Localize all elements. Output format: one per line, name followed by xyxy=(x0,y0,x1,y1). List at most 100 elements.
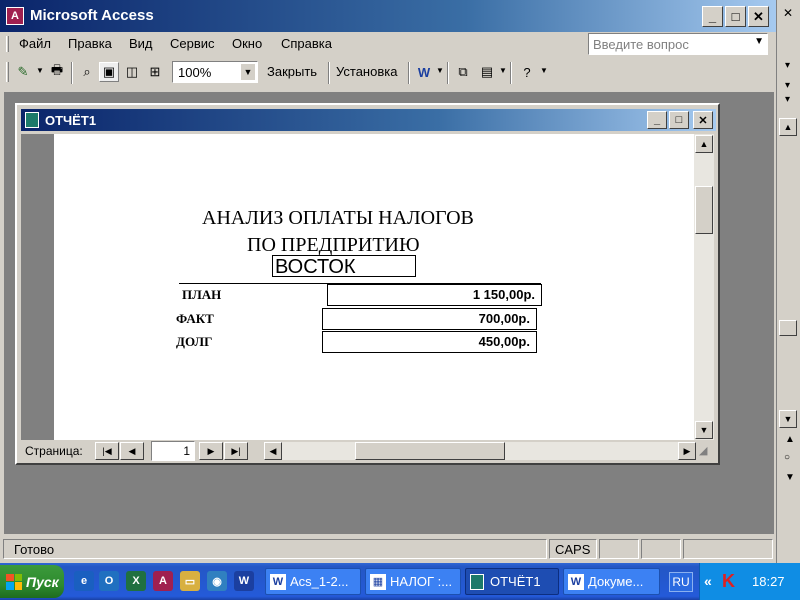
report-vertical-scrollbar[interactable]: ▲ ▼ xyxy=(694,134,714,440)
page-number-input[interactable]: 1 xyxy=(151,441,195,461)
side-scroll-thumb[interactable] xyxy=(779,320,797,336)
scroll-down-button[interactable]: ▼ xyxy=(695,421,713,439)
help-question-input[interactable]: Введите вопрос ▼ xyxy=(588,33,768,55)
scroll-down-button[interactable]: ▼ xyxy=(779,410,797,428)
resize-grip-icon[interactable]: ◢ xyxy=(699,444,707,457)
debt-value: 450,00р. xyxy=(322,331,537,353)
maximize-button[interactable]: □ xyxy=(725,6,746,27)
one-page-icon[interactable]: ▣ xyxy=(99,62,119,82)
chevron-down-icon[interactable]: ▼ xyxy=(785,472,795,483)
zoom-select[interactable]: 100% ▼ xyxy=(172,61,258,83)
app-title: Microsoft Access xyxy=(30,7,154,24)
report-close-button[interactable]: ✕ xyxy=(693,111,713,129)
zoom-value: 100% xyxy=(178,65,212,80)
help-question-placeholder: Введите вопрос xyxy=(593,37,689,52)
chevron-left-icon[interactable]: « xyxy=(704,573,712,589)
word-icon[interactable]: W xyxy=(234,571,254,591)
scroll-right-button[interactable]: ▶ xyxy=(678,442,696,460)
scroll-left-button[interactable]: ◀ xyxy=(264,442,282,460)
report-icon xyxy=(25,112,39,128)
menu-help[interactable]: Справка xyxy=(281,36,332,51)
page-number: 1 xyxy=(183,444,190,458)
debt-label: ДОЛГ xyxy=(176,334,213,349)
task-document[interactable]: W Докуме... xyxy=(563,568,660,595)
scroll-up-button[interactable]: ▲ xyxy=(695,135,713,153)
caps-indicator: CAPS xyxy=(555,542,591,557)
zoom-icon[interactable]: ⌕ xyxy=(77,62,97,82)
chevron-up-icon[interactable]: ▲ xyxy=(785,434,795,445)
report-maximize-button[interactable]: □ xyxy=(669,111,689,129)
report-minimize-button[interactable]: _ xyxy=(647,111,667,129)
fact-label: ФАКТ xyxy=(176,311,214,326)
design-view-icon[interactable]: ✎ xyxy=(13,62,33,82)
record-navigation: Страница: |◀ ◀ 1 ▶ ▶| ◀ ▶ ◢ xyxy=(21,440,716,462)
prev-page-button[interactable]: ◀ xyxy=(120,442,144,460)
report-page: АНАЛИЗ ОПЛАТЫ НАЛОГОВ ПО ПРЕДПРИТИЮ ВОСТ… xyxy=(54,134,694,440)
chevron-down-icon[interactable]: ▼ xyxy=(36,66,44,75)
word-icon: W xyxy=(568,573,584,590)
menu-file[interactable]: Файл xyxy=(19,36,51,51)
fact-value: 700,00р. xyxy=(322,308,537,330)
chevron-down-icon[interactable]: ▼ xyxy=(436,66,444,75)
access-icon[interactable]: A xyxy=(153,571,173,591)
chevron-down-icon[interactable]: ▾ xyxy=(785,60,790,71)
menu-view[interactable]: Вид xyxy=(129,36,153,51)
task-report[interactable]: ОТЧЁТ1 xyxy=(465,568,559,595)
folder-icon[interactable]: ▭ xyxy=(180,571,200,591)
excel-icon[interactable]: X xyxy=(126,571,146,591)
clock: 18:27 xyxy=(752,574,785,589)
database-window-icon[interactable]: ⧉ xyxy=(453,62,473,82)
kaspersky-icon[interactable]: K xyxy=(722,571,735,592)
close-preview-button[interactable]: Закрыть xyxy=(267,64,317,79)
task-acs[interactable]: W Acs_1-2... xyxy=(265,568,361,595)
minimize-button[interactable]: _ xyxy=(702,6,723,27)
page-setup-button[interactable]: Установка xyxy=(336,64,397,79)
first-page-button[interactable]: |◀ xyxy=(95,442,119,460)
chevron-down-icon[interactable]: ▼ xyxy=(241,64,255,80)
media-icon[interactable]: ◉ xyxy=(207,571,227,591)
menu-window[interactable]: Окно xyxy=(232,36,262,51)
right-strip: ✕ ▾ ▾ ▾ ▲ ▼ ▲ ○ ▼ xyxy=(776,0,800,563)
status-panel-empty xyxy=(683,539,773,559)
start-button[interactable]: Пуск xyxy=(0,565,64,598)
toolbar-separator xyxy=(71,62,73,84)
access-app-icon: A xyxy=(6,7,24,25)
report-margin xyxy=(21,134,54,440)
next-page-button[interactable]: ▶ xyxy=(199,442,223,460)
outlook-icon[interactable]: O xyxy=(99,571,119,591)
ie-icon[interactable]: e xyxy=(74,571,94,591)
windows-logo-icon xyxy=(6,573,22,590)
chevron-down-icon[interactable]: ▼ xyxy=(754,36,764,47)
horizontal-scrollbar[interactable]: ◀ ▶ xyxy=(264,442,696,460)
chevron-down-icon[interactable]: ▾ xyxy=(785,94,790,105)
system-tray: « K 18:27 xyxy=(699,563,800,600)
language-indicator[interactable]: RU xyxy=(669,572,693,592)
menubar-grip xyxy=(6,36,9,52)
chevron-down-icon[interactable]: ▼ xyxy=(499,66,507,75)
help-icon[interactable]: ? xyxy=(517,62,537,82)
scroll-up-button[interactable]: ▲ xyxy=(779,118,797,136)
app-titlebar: A Microsoft Access _ □ ✕ xyxy=(0,0,776,32)
close-button[interactable]: ✕ xyxy=(748,6,769,27)
last-page-button[interactable]: ▶| xyxy=(224,442,248,460)
start-label: Пуск xyxy=(26,573,59,590)
menu-tools[interactable]: Сервис xyxy=(170,36,215,51)
close-icon[interactable]: ✕ xyxy=(783,6,793,20)
chevron-down-icon[interactable]: ▾ xyxy=(785,80,790,91)
dot-icon[interactable]: ○ xyxy=(784,452,790,463)
word-icon[interactable]: W xyxy=(414,62,434,82)
status-panel-empty xyxy=(599,539,639,559)
task-label: НАЛОГ :... xyxy=(390,574,453,589)
multiple-pages-icon[interactable]: ⊞ xyxy=(145,62,165,82)
hscroll-thumb[interactable] xyxy=(355,442,505,460)
report-window-title: ОТЧЁТ1 xyxy=(45,113,97,128)
chevron-down-icon[interactable]: ▼ xyxy=(540,66,548,75)
two-pages-icon[interactable]: ◫ xyxy=(122,62,142,82)
plan-label: ПЛАН xyxy=(182,287,222,302)
task-nalog[interactable]: ▦ НАЛОГ :... xyxy=(365,568,461,595)
new-object-icon[interactable]: ▤ xyxy=(477,62,497,82)
print-icon[interactable]: 🖶 xyxy=(47,62,67,82)
scroll-thumb[interactable] xyxy=(695,186,713,234)
toolbar-grip xyxy=(6,62,9,82)
menu-edit[interactable]: Правка xyxy=(68,36,112,51)
